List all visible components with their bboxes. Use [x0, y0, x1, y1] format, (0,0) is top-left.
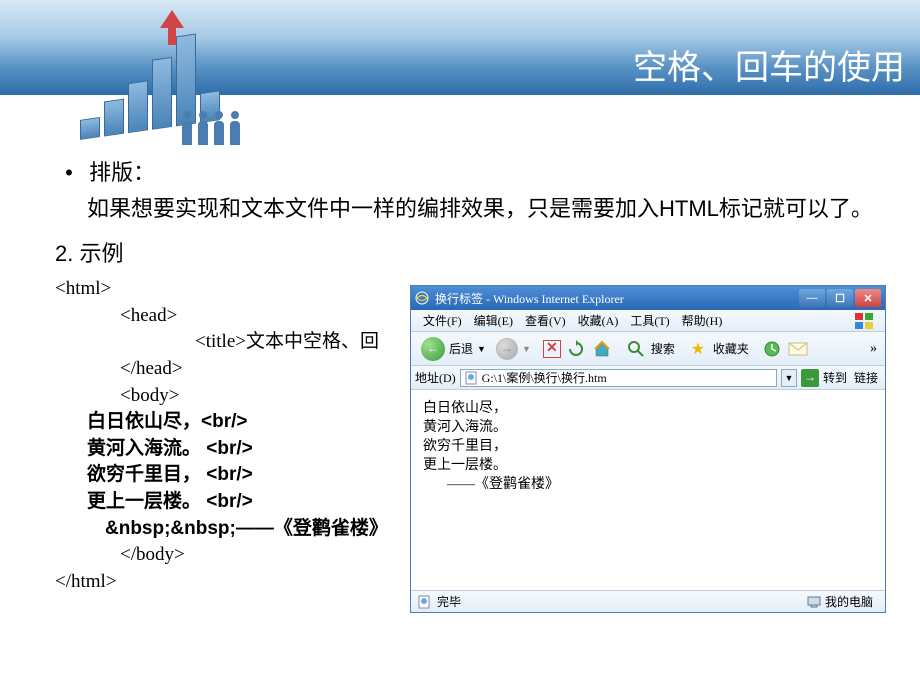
done-icon: [417, 595, 431, 609]
menu-view[interactable]: 查看(V): [519, 312, 572, 329]
slide-title: 空格、回车的使用: [633, 40, 905, 89]
menu-tools[interactable]: 工具(T): [624, 312, 675, 329]
decorative-chart-graphic: [40, 20, 240, 160]
bullet-marker: •: [55, 160, 83, 186]
menu-help[interactable]: 帮助(H): [676, 312, 729, 329]
history-button[interactable]: [761, 338, 783, 360]
windows-flag-icon: [851, 311, 879, 331]
ie-menubar: 文件(F) 编辑(E) 查看(V) 收藏(A) 工具(T) 帮助(H): [411, 310, 885, 332]
go-button[interactable]: 转到: [823, 369, 847, 386]
menu-edit[interactable]: 编辑(E): [468, 312, 519, 329]
links-button[interactable]: 链接: [851, 369, 881, 386]
address-label: 地址(D): [415, 369, 456, 386]
page-icon: [464, 371, 478, 385]
rendered-line: 黄河入海流。: [423, 419, 873, 438]
minimize-button[interactable]: —: [799, 289, 825, 307]
refresh-button[interactable]: [565, 338, 587, 360]
rendered-line: 更上一层楼。: [423, 457, 873, 476]
toolbar-overflow-icon[interactable]: »: [866, 341, 881, 357]
back-arrow-icon: ←: [421, 337, 445, 361]
rendered-line: 白日依山尽，: [423, 400, 873, 419]
menu-file[interactable]: 文件(F): [417, 312, 468, 329]
menu-favorites[interactable]: 收藏(A): [572, 312, 625, 329]
address-dropdown-icon[interactable]: ▼: [781, 369, 797, 387]
search-button[interactable]: 搜索: [651, 340, 675, 357]
bullet-label: 排版：: [89, 160, 155, 185]
ie-statusbar: 完毕 我的电脑: [411, 590, 885, 612]
favorites-star-icon: ★: [687, 338, 709, 360]
back-label: 后退: [449, 340, 473, 357]
status-text: 完毕: [437, 593, 461, 610]
home-button[interactable]: [591, 338, 613, 360]
ie-title-text: 换行标签 - Windows Internet Explorer: [435, 290, 799, 307]
maximize-button[interactable]: ☐: [827, 289, 853, 307]
back-button[interactable]: ← 后退 ▼: [415, 335, 492, 363]
chevron-down-icon: ▼: [522, 344, 531, 354]
ie-page-body: 白日依山尽， 黄河入海流。 欲穷千里目， 更上一层楼。 ——《登鹳雀楼》: [411, 390, 885, 590]
mail-button[interactable]: [787, 338, 809, 360]
computer-icon: [807, 595, 821, 609]
stop-button[interactable]: ✕: [543, 340, 561, 358]
ie-app-icon: [415, 291, 429, 305]
rendered-line: ——《登鹳雀楼》: [447, 476, 873, 495]
list-number: 2.: [55, 241, 73, 266]
bullet-body-text: 如果想要实现和文本文件中一样的编排效果，只是需要加入HTML标记就可以了。: [87, 191, 875, 226]
address-value: G:\1\案例\换行\换行.htm: [482, 369, 607, 386]
ie-addressbar: 地址(D) G:\1\案例\换行\换行.htm ▼ → 转到 链接: [411, 366, 885, 390]
go-button-icon[interactable]: →: [801, 369, 819, 387]
forward-button[interactable]: →: [496, 338, 518, 360]
address-input[interactable]: G:\1\案例\换行\换行.htm: [460, 369, 777, 387]
list-label-text: 示例: [79, 241, 123, 266]
ie-browser-window: 换行标签 - Windows Internet Explorer — ☐ ✕ 文…: [410, 285, 886, 613]
search-icon: [625, 338, 647, 360]
ie-titlebar[interactable]: 换行标签 - Windows Internet Explorer — ☐ ✕: [411, 286, 885, 310]
close-button[interactable]: ✕: [855, 289, 881, 307]
ie-toolbar: ← 后退 ▼ → ▼ ✕ 搜索 ★ 收藏夹 »: [411, 332, 885, 366]
zone-text: 我的电脑: [825, 593, 873, 610]
rendered-line: 欲穷千里目，: [423, 438, 873, 457]
chevron-down-icon: ▼: [477, 344, 486, 354]
favorites-button[interactable]: 收藏夹: [713, 340, 749, 357]
